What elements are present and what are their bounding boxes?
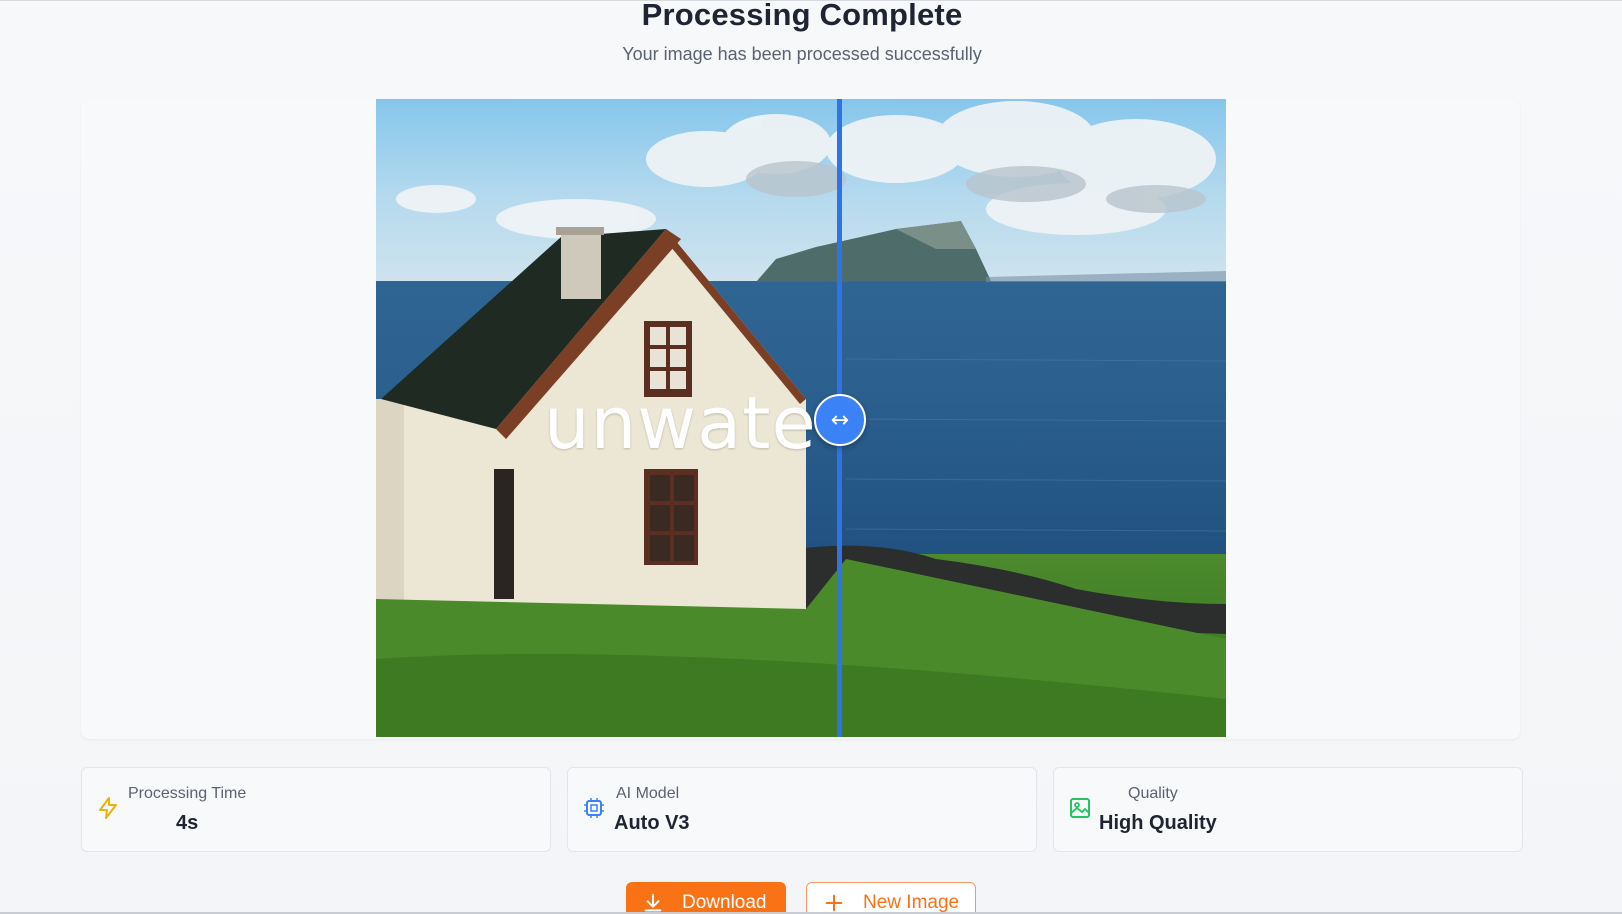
watermark-text: unwate: [544, 381, 817, 465]
page-title: Processing Complete: [641, 0, 963, 32]
lightning-icon: [99, 797, 117, 819]
new-image-label: New Image: [863, 892, 960, 913]
horizontal-arrows-icon: ↔: [830, 407, 850, 433]
before-after-comparison[interactable]: unwate ↔: [376, 99, 1226, 737]
image-icon: [1070, 798, 1090, 818]
download-icon: [644, 893, 662, 912]
new-image-button[interactable]: New Image: [806, 882, 976, 914]
result-image: unwate: [376, 99, 1226, 737]
comparison-handle[interactable]: ↔: [814, 394, 866, 446]
stat-card-quality: Quality High Quality: [1053, 767, 1523, 852]
stat-value: 4s: [176, 812, 199, 834]
stat-label: Quality: [1128, 785, 1178, 802]
chip-icon: [584, 798, 604, 818]
stat-value: High Quality: [1099, 812, 1217, 834]
stat-label: Processing Time: [128, 785, 247, 802]
stat-value: Auto V3: [614, 812, 690, 834]
plus-icon: [825, 894, 843, 912]
stat-card-ai-model: AI Model Auto V3: [567, 767, 1037, 852]
download-label: Download: [682, 892, 767, 913]
download-button[interactable]: Download: [626, 882, 786, 914]
page-subtitle: Your image has been processed successful…: [622, 44, 982, 64]
stat-label: AI Model: [616, 785, 680, 802]
page: Processing Complete Your image has been …: [0, 0, 1622, 914]
stat-card-processing-time: Processing Time 4s: [81, 767, 551, 852]
